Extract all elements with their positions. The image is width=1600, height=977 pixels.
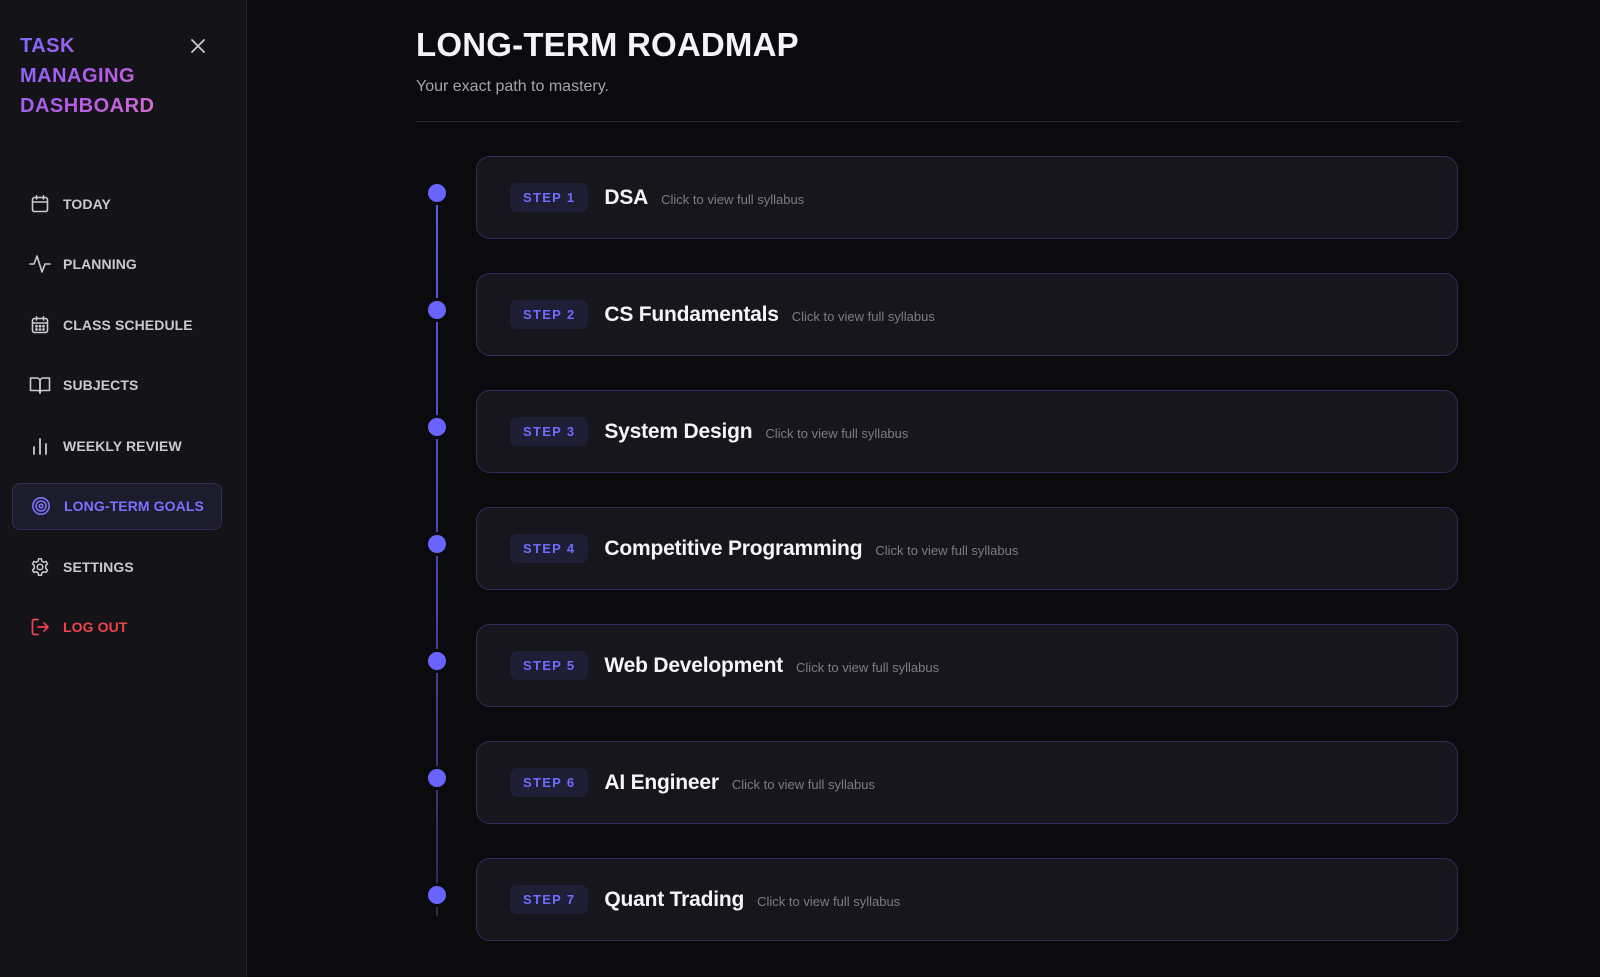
page-subtitle: Your exact path to mastery. (416, 78, 609, 95)
step-hint: Click to view full syllabus (791, 309, 935, 324)
step-hint: Click to view full syllabus (796, 660, 940, 675)
timeline-dot (428, 184, 446, 202)
step-title: Web Development (604, 653, 784, 677)
page-header: LONG-TERM ROADMAP Your exact path to mas… (416, 26, 1461, 96)
step-card-system-design[interactable]: STEP 3 System Design Click to view full … (476, 390, 1458, 473)
close-sidebar-button[interactable] (186, 34, 210, 58)
step-badge: STEP 1 (510, 183, 589, 212)
step-hint: Click to view full syllabus (875, 543, 1019, 558)
step-hint: Click to view full syllabus (757, 894, 901, 909)
roadmap-step-6: STEP 6 AI Engineer Click to view full sy… (428, 741, 1464, 858)
step-badge: STEP 6 (510, 768, 589, 797)
page-title: LONG-TERM ROADMAP (416, 26, 799, 63)
step-title: AI Engineer (604, 770, 719, 794)
sidebar-item-label: SETTINGS (63, 558, 134, 575)
step-card-web-development[interactable]: STEP 5 Web Development Click to view ful… (476, 624, 1458, 707)
sidebar-item-class-schedule[interactable]: CLASS SCHEDULE (12, 301, 222, 348)
sidebar-nav: TODAY PLANNING CLASS SCHEDULE SUBJECTS W… (12, 180, 222, 664)
timeline-dot (428, 535, 446, 553)
step-title: CS Fundamentals (604, 302, 779, 326)
step-badge: STEP 4 (510, 534, 589, 563)
sidebar-item-long-term-goals[interactable]: LONG-TERM GOALS (12, 482, 222, 530)
sidebar-item-label: SUBJECTS (63, 377, 139, 393)
step-card-cs-fundamentals[interactable]: STEP 2 CS Fundamentals Click to view ful… (476, 273, 1458, 356)
sidebar-item-label: LONG-TERM GOALS (64, 498, 204, 514)
header-divider (416, 121, 1461, 122)
step-hint: Click to view full syllabus (731, 777, 875, 792)
sidebar-item-label: WEEKLY REVIEW (63, 437, 182, 454)
roadmap-step-4: STEP 4 Competitive Programming Click to … (428, 507, 1464, 624)
brand-line-3: DASHBOARD (20, 95, 155, 117)
step-badge: STEP 7 (510, 885, 589, 914)
brand-line-1: TASK (20, 35, 75, 57)
step-badge: STEP 2 (510, 300, 589, 329)
step-card-ai-engineer[interactable]: STEP 6 AI Engineer Click to view full sy… (476, 741, 1458, 824)
target-icon (30, 495, 52, 517)
book-icon (29, 374, 51, 396)
timeline-dot (428, 769, 446, 787)
step-card-quant-trading[interactable]: STEP 7 Quant Trading Click to view full … (476, 858, 1458, 941)
calendar-icon (29, 193, 51, 215)
step-badge: STEP 3 (510, 417, 589, 446)
timeline-dot (428, 652, 446, 670)
activity-icon (29, 253, 51, 275)
calendar-grid-icon (29, 314, 51, 336)
sidebar-item-settings[interactable]: SETTINGS (12, 543, 222, 590)
roadmap-steps: STEP 1 DSA Click to view full syllabus S… (428, 156, 1464, 975)
close-icon (191, 39, 205, 53)
logout-button[interactable]: LOG OUT (12, 604, 222, 651)
brand-logo: TASK MANAGING DASHBOARD (20, 31, 155, 121)
roadmap-step-1: STEP 1 DSA Click to view full syllabus (428, 156, 1464, 273)
step-title: Quant Trading (604, 887, 745, 911)
sidebar-item-label: CLASS SCHEDULE (63, 316, 193, 333)
step-card-competitive-programming[interactable]: STEP 4 Competitive Programming Click to … (476, 507, 1458, 590)
step-hint: Click to view full syllabus (765, 426, 909, 441)
timeline-dot (428, 301, 446, 319)
step-title: DSA (604, 185, 649, 209)
timeline-dot (428, 886, 446, 904)
bar-chart-icon (29, 435, 51, 457)
step-card-dsa[interactable]: STEP 1 DSA Click to view full syllabus (476, 156, 1458, 239)
roadmap-step-2: STEP 2 CS Fundamentals Click to view ful… (428, 273, 1464, 390)
app-root: TASK MANAGING DASHBOARD TODAY PLANNING C… (0, 0, 1600, 977)
sidebar: TASK MANAGING DASHBOARD TODAY PLANNING C… (0, 0, 247, 977)
step-hint: Click to view full syllabus (661, 192, 805, 207)
step-title: Competitive Programming (604, 536, 863, 560)
gear-icon (29, 556, 51, 578)
logout-icon (29, 616, 51, 638)
step-title: System Design (604, 419, 753, 443)
brand-line-2: MANAGING (20, 65, 136, 87)
logout-label: LOG OUT (63, 619, 128, 635)
sidebar-item-planning[interactable]: PLANNING (12, 241, 222, 288)
roadmap-step-7: STEP 7 Quant Trading Click to view full … (428, 858, 1464, 975)
roadmap-step-5: STEP 5 Web Development Click to view ful… (428, 624, 1464, 741)
step-badge: STEP 5 (510, 651, 589, 680)
timeline-dot (428, 418, 446, 436)
roadmap-step-3: STEP 3 System Design Click to view full … (428, 390, 1464, 507)
sidebar-item-label: PLANNING (63, 256, 137, 272)
main-content: LONG-TERM ROADMAP Your exact path to mas… (247, 0, 1600, 977)
sidebar-item-subjects[interactable]: SUBJECTS (12, 362, 222, 409)
sidebar-item-today[interactable]: TODAY (12, 180, 222, 227)
sidebar-item-label: TODAY (63, 195, 111, 212)
sidebar-item-weekly-review[interactable]: WEEKLY REVIEW (12, 422, 222, 469)
